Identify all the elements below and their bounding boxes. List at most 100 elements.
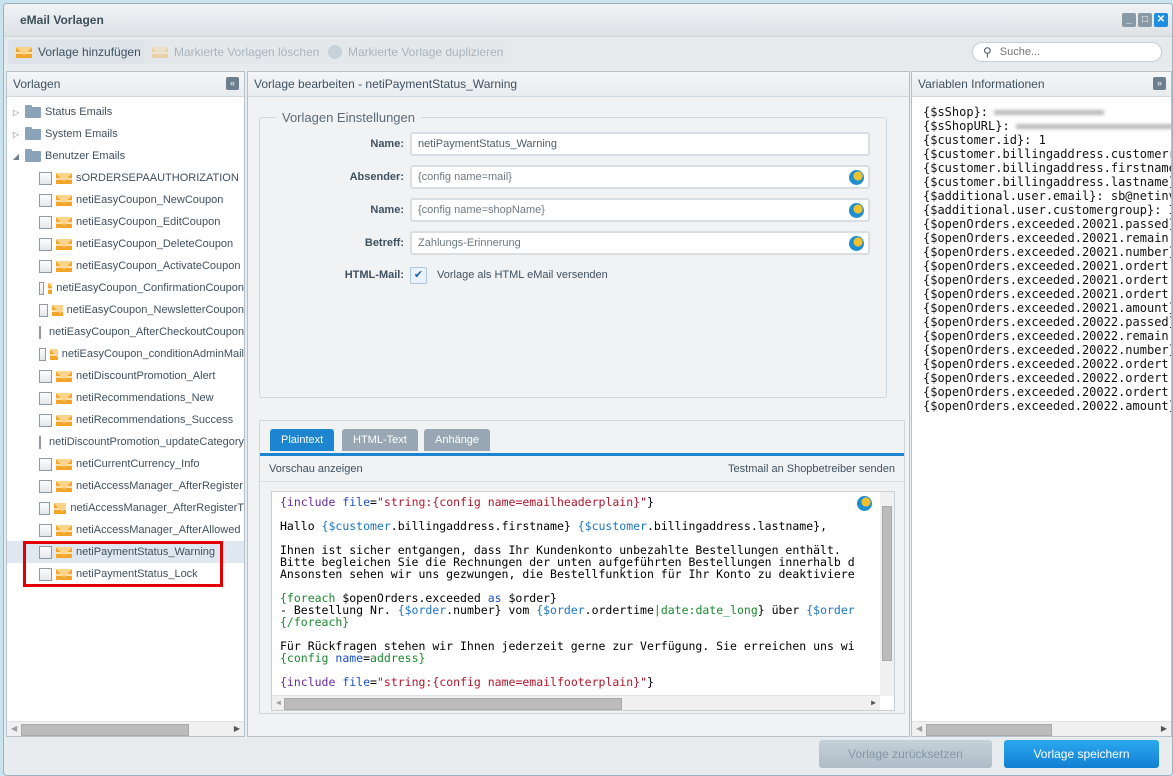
translate-globe-icon[interactable]	[849, 170, 864, 185]
maximize-button[interactable]: □	[1138, 13, 1152, 27]
mail-icon	[56, 194, 72, 206]
testmail-link[interactable]: Testmail an Shopbetreiber senden	[728, 463, 895, 475]
template-checkbox[interactable]	[39, 259, 52, 273]
template-checkbox[interactable]	[39, 413, 52, 427]
variables-horizontal-scrollbar[interactable]: ◀ ▶	[912, 721, 1171, 736]
translate-globe-icon[interactable]	[849, 236, 864, 251]
template-settings-legend: Vorlagen Einstellungen	[282, 110, 415, 125]
template-item[interactable]: netiDiscountPromotion_updateCategory	[7, 431, 244, 453]
template-checkbox[interactable]	[39, 347, 47, 361]
mail-icon	[56, 370, 72, 382]
save-template-button[interactable]: Vorlage speichern	[1004, 740, 1159, 768]
tab-html-text[interactable]: HTML-Text	[342, 429, 418, 451]
variable-row: {$customer.billingaddress.customerr	[923, 147, 1171, 161]
template-item[interactable]: netiEasyCoupon_DeleteCoupon	[7, 233, 244, 255]
subject-input[interactable]: Zahlungs-Erinnerung	[410, 231, 870, 255]
code-horizontal-scrollbar[interactable]: ◀ ▶	[272, 695, 880, 710]
template-item[interactable]: netiEasyCoupon_EditCoupon	[7, 211, 244, 233]
template-checkbox[interactable]	[39, 369, 52, 383]
template-label: netiEasyCoupon_ActivateCoupon	[76, 260, 241, 272]
template-item[interactable]: netiEasyCoupon_conditionAdminMail	[7, 343, 244, 365]
mail-icon	[56, 216, 72, 228]
template-label: netiAccessManager_AfterRegisterT	[70, 502, 244, 514]
variable-row: {$additional.user.email}: sb@netinv	[923, 189, 1171, 203]
scroll-thumb[interactable]	[284, 698, 622, 710]
tree-folder[interactable]: ◢ Benutzer Emails	[7, 145, 244, 167]
template-item[interactable]: netiRecommendations_New	[7, 387, 244, 409]
collapsed-arrow-icon[interactable]: ▷	[11, 130, 21, 139]
expanded-arrow-icon[interactable]: ◢	[11, 152, 21, 161]
preview-link[interactable]: Vorschau anzeigen	[269, 463, 363, 475]
variable-row: {$openOrders.exceeded.20021.number}	[923, 245, 1171, 259]
html-mail-checkbox[interactable]: ✔	[410, 266, 427, 284]
name-input[interactable]: netiPaymentStatus_Warning	[410, 132, 870, 156]
template-checkbox[interactable]	[39, 479, 52, 493]
collapsed-arrow-icon[interactable]: ▷	[11, 108, 21, 117]
add-template-button[interactable]: Vorlage hinzufügen	[8, 40, 149, 64]
close-button[interactable]: ✕	[1154, 13, 1168, 27]
collapse-right-icon[interactable]: »	[1153, 77, 1166, 90]
template-checkbox[interactable]	[39, 171, 52, 185]
template-checkbox[interactable]	[39, 435, 41, 449]
template-item[interactable]: netiEasyCoupon_ConfirmationCoupon	[7, 277, 244, 299]
variable-row: {$openOrders.exceeded.20021.remain:	[923, 231, 1171, 245]
template-item[interactable]: sORDERSEPAAUTHORIZATION	[7, 167, 244, 189]
window-title: eMail Vorlagen	[20, 13, 104, 27]
plaintext-code-editor[interactable]: {include file="string:{config name=email…	[271, 491, 895, 711]
minimize-button[interactable]: _	[1122, 13, 1136, 27]
template-checkbox[interactable]	[39, 237, 52, 251]
sender-input[interactable]: {config name=mail}	[410, 165, 870, 189]
templates-panel-header: Vorlagen «	[7, 72, 244, 97]
template-checkbox[interactable]	[39, 457, 52, 471]
template-item[interactable]: netiAccessManager_AfterRegister	[7, 475, 244, 497]
templates-horizontal-scrollbar[interactable]: ◀ ▶	[7, 721, 244, 736]
template-item[interactable]: netiAccessManager_AfterRegisterT	[7, 497, 244, 519]
sender-name-input[interactable]: {config name=shopName}	[410, 198, 870, 222]
email-templates-window: eMail Vorlagen _ □ ✕ Vorlage hinzufügen …	[3, 3, 1173, 776]
template-checkbox[interactable]	[39, 215, 52, 229]
collapse-left-icon[interactable]: «	[226, 77, 239, 90]
delete-templates-label: Markierte Vorlagen löschen	[174, 45, 320, 59]
template-item[interactable]: netiEasyCoupon_NewsletterCoupon	[7, 299, 244, 321]
delete-templates-button[interactable]: Markierte Vorlagen löschen	[144, 40, 328, 64]
template-item[interactable]: netiEasyCoupon_AfterCheckoutCoupon	[7, 321, 244, 343]
template-checkbox[interactable]	[39, 281, 44, 295]
search-field[interactable]: ⚲	[972, 42, 1162, 62]
scroll-thumb[interactable]	[926, 724, 1052, 736]
template-item[interactable]: netiCurrentCurrency_Info	[7, 453, 244, 475]
scroll-thumb[interactable]	[882, 506, 892, 661]
template-item[interactable]: netiAccessManager_AfterAllowed	[7, 519, 244, 541]
template-label: netiRecommendations_Success	[76, 414, 234, 426]
tree-folder[interactable]: ▷ Status Emails	[7, 101, 244, 123]
template-checkbox[interactable]	[39, 523, 52, 537]
title-bar[interactable]: eMail Vorlagen _ □ ✕	[4, 4, 1172, 37]
template-item[interactable]: netiDiscountPromotion_Alert	[7, 365, 244, 387]
redacted-value	[1015, 124, 1171, 129]
translate-globe-icon[interactable]	[849, 203, 864, 218]
tab-plaintext[interactable]: Plaintext	[270, 429, 335, 451]
duplicate-template-button[interactable]: Markierte Vorlage duplizieren	[320, 40, 512, 64]
scroll-thumb[interactable]	[21, 724, 189, 736]
reset-template-button[interactable]: Vorlage zurücksetzen	[819, 740, 992, 768]
template-item[interactable]: netiRecommendations_Success	[7, 409, 244, 431]
template-checkbox[interactable]	[39, 325, 41, 339]
template-checkbox[interactable]	[39, 501, 50, 515]
template-item[interactable]: netiEasyCoupon_NewCoupon	[7, 189, 244, 211]
variables-list: {$sShop}: {$sShopURL}: {$customer.id}: 1 {$…	[912, 97, 1171, 413]
template-label: netiAccessManager_AfterAllowed	[76, 524, 241, 536]
search-input[interactable]	[997, 45, 1142, 59]
template-checkbox[interactable]	[39, 391, 52, 405]
window-controls: _ □ ✕	[1122, 13, 1168, 27]
tree-folder[interactable]: ▷ System Emails	[7, 123, 244, 145]
template-checkbox[interactable]	[39, 303, 49, 317]
tab-attachments[interactable]: Anhänge	[424, 429, 491, 451]
template-label: netiEasyCoupon_DeleteCoupon	[76, 238, 234, 250]
template-item[interactable]: netiEasyCoupon_ActivateCoupon	[7, 255, 244, 277]
mail-icon	[50, 348, 58, 360]
template-checkbox[interactable]	[39, 193, 52, 207]
code-vertical-scrollbar[interactable]	[880, 492, 894, 696]
variable-row: {$openOrders.exceeded.20021.ordert:	[923, 287, 1171, 301]
sender-name-label: Name:	[370, 204, 404, 216]
variables-panel-header: Variablen Informationen »	[912, 72, 1171, 97]
translate-globe-icon[interactable]	[857, 496, 872, 511]
